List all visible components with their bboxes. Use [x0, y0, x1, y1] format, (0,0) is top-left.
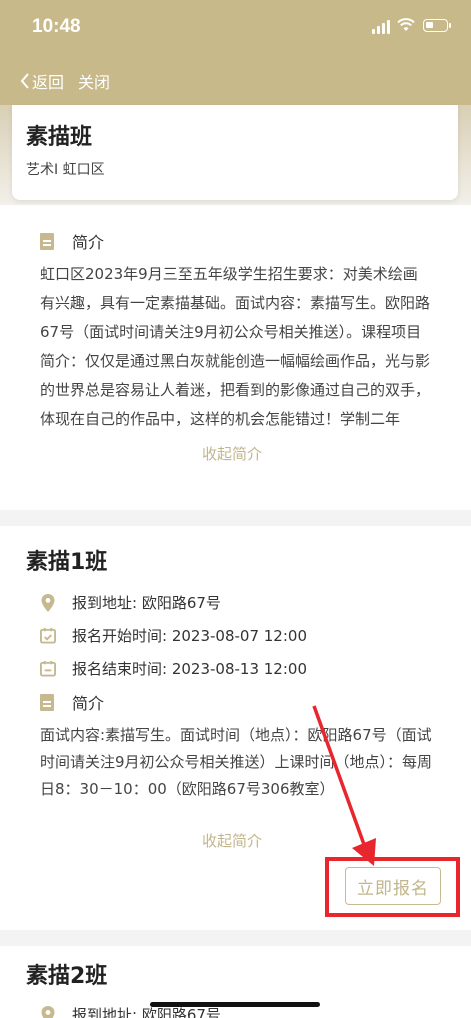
chevron-left-icon — [20, 73, 29, 89]
address-row: 报到地址: 欧阳路67号 — [40, 592, 221, 613]
location-pin-icon — [41, 593, 55, 612]
back-button[interactable]: 返回 — [20, 69, 64, 93]
top-bar: 10:48 返回 关闭 — [0, 0, 471, 105]
annotation-highlight-box — [325, 857, 460, 917]
document-icon — [40, 693, 54, 711]
start-time-row: 报名开始时间: 2023-08-07 12:00 — [40, 625, 307, 646]
wifi-icon — [397, 18, 415, 31]
class-intro-heading: 简介 — [40, 690, 104, 714]
back-label: 返回 — [32, 73, 65, 92]
start-time-text: 报名开始时间: 2023-08-07 12:00 — [72, 627, 307, 645]
section-divider — [0, 510, 471, 526]
end-time-text: 报名结束时间: 2023-08-13 12:00 — [72, 660, 307, 678]
collapse-class-intro-button[interactable]: 收起简介 — [202, 830, 262, 851]
course-header-card: 素描班 艺术I 虹口区 — [12, 105, 458, 200]
collapse-intro-button[interactable]: 收起简介 — [202, 443, 262, 464]
end-time-row: 报名结束时间: 2023-08-13 12:00 — [40, 658, 307, 679]
document-icon — [40, 232, 54, 250]
home-indicator[interactable] — [150, 1002, 320, 1007]
intro-heading-label: 简介 — [72, 233, 105, 252]
course-title: 素描班 — [26, 125, 93, 150]
calendar-minus-icon — [40, 660, 56, 677]
nav-bar: 返回 关闭 — [0, 62, 471, 98]
close-button[interactable]: 关闭 — [78, 69, 110, 93]
class-title: 素描1班 — [26, 550, 108, 575]
intro-heading: 简介 — [40, 229, 104, 253]
course-subtitle: 艺术I 虹口区 — [26, 162, 105, 178]
cellular-signal-icon — [372, 20, 390, 34]
status-time: 10:48 — [32, 16, 81, 37]
calendar-check-icon — [40, 627, 56, 644]
location-pin-icon — [41, 1005, 55, 1018]
annotation-arrow — [312, 705, 376, 866]
class-intro-heading-label: 简介 — [72, 694, 105, 713]
status-bar: 10:48 — [0, 0, 471, 56]
class-title: 素描2班 — [26, 964, 108, 989]
address-text: 报到地址: 欧阳路67号 — [72, 594, 221, 612]
battery-icon — [423, 19, 451, 32]
section-divider — [0, 930, 471, 946]
intro-text: 虹口区2023年9月三至五年级学生招生要求：对美术绘画有兴趣，具有一定素描基础。… — [40, 265, 431, 428]
